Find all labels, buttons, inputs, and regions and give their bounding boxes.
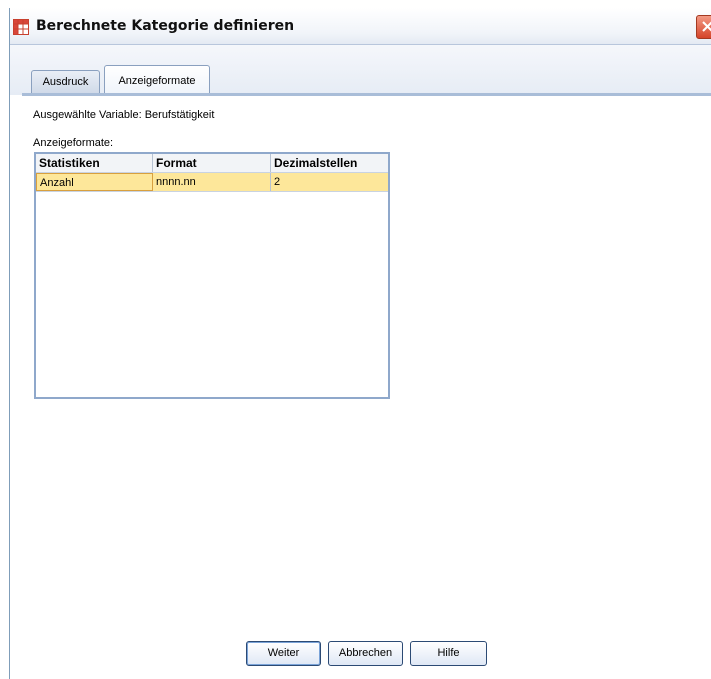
cell-format[interactable]: nnnn.nn (153, 173, 271, 191)
title-bar[interactable]: Berechnete Kategorie definieren (10, 8, 711, 45)
table-header: Statistiken Format Dezimalstellen (36, 154, 388, 173)
dialog-window: Berechnete Kategorie definieren Ausdruck… (9, 8, 711, 679)
close-button[interactable] (696, 15, 711, 39)
column-header-decimals[interactable]: Dezimalstellen (271, 154, 388, 172)
cancel-button[interactable]: Abbrechen (328, 641, 403, 666)
continue-button[interactable]: Weiter (246, 641, 321, 666)
tab-divider (22, 93, 711, 96)
tab-ausdruck[interactable]: Ausdruck (31, 70, 100, 94)
cell-statistic[interactable]: Anzahl (36, 173, 153, 191)
tab-anzeigeformate[interactable]: Anzeigeformate (104, 65, 210, 96)
cell-decimals[interactable]: 2 (271, 173, 388, 191)
display-formats-label: Anzeigeformate: (33, 137, 114, 149)
help-button[interactable]: Hilfe (410, 641, 487, 666)
window-title: Berechnete Kategorie definieren (36, 18, 295, 34)
table-grid-icon (13, 19, 29, 35)
column-header-format[interactable]: Format (153, 154, 271, 172)
table-row[interactable]: Anzahl nnnn.nn 2 (36, 173, 388, 192)
column-header-statistics[interactable]: Statistiken (36, 154, 153, 172)
formats-table[interactable]: Statistiken Format Dezimalstellen Anzahl… (34, 152, 390, 399)
tab-strip: Ausdruck Anzeigeformate (10, 45, 711, 96)
close-icon (702, 21, 711, 32)
selected-variable-label: Ausgewählte Variable: Berufstätigkeit (33, 109, 215, 121)
